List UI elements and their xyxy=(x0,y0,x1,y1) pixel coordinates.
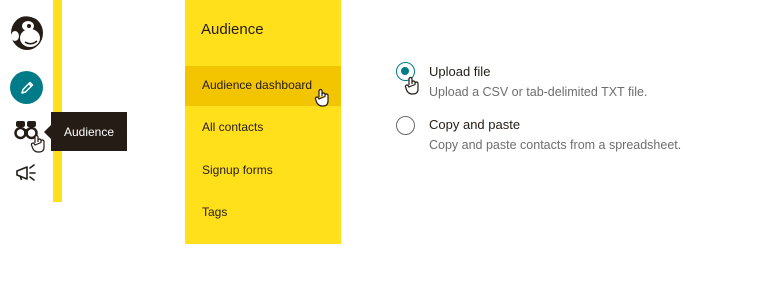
nav-item-label: Tags xyxy=(202,205,228,219)
hand-cursor-icon xyxy=(314,88,329,107)
panel-title: Audience xyxy=(201,21,264,38)
upload-file-description: Upload a CSV or tab-delimited TXT file. xyxy=(429,85,648,99)
mailchimp-logo-icon[interactable] xyxy=(8,12,46,52)
rail-accent-strip xyxy=(53,0,62,202)
nav-item-all-contacts[interactable]: All contacts xyxy=(185,108,341,148)
nav-item-label: Signup forms xyxy=(202,163,273,177)
upload-file-title[interactable]: Upload file xyxy=(429,64,490,79)
pencil-icon xyxy=(20,81,33,94)
copy-paste-title[interactable]: Copy and paste xyxy=(429,117,520,132)
copy-paste-description: Copy and paste contacts from a spreadshe… xyxy=(429,138,682,152)
nav-item-tags[interactable]: Tags xyxy=(185,193,341,233)
create-button[interactable] xyxy=(10,71,43,104)
hand-cursor-icon xyxy=(404,76,419,95)
copy-paste-radio[interactable] xyxy=(396,116,415,135)
nav-item-label: Audience dashboard xyxy=(202,78,313,92)
nav-item-signup-forms[interactable]: Signup forms xyxy=(185,151,341,191)
audience-tooltip: Audience xyxy=(44,112,127,151)
megaphone-icon[interactable] xyxy=(14,163,38,183)
tooltip-label: Audience xyxy=(63,124,115,139)
nav-item-label: All contacts xyxy=(202,120,264,134)
